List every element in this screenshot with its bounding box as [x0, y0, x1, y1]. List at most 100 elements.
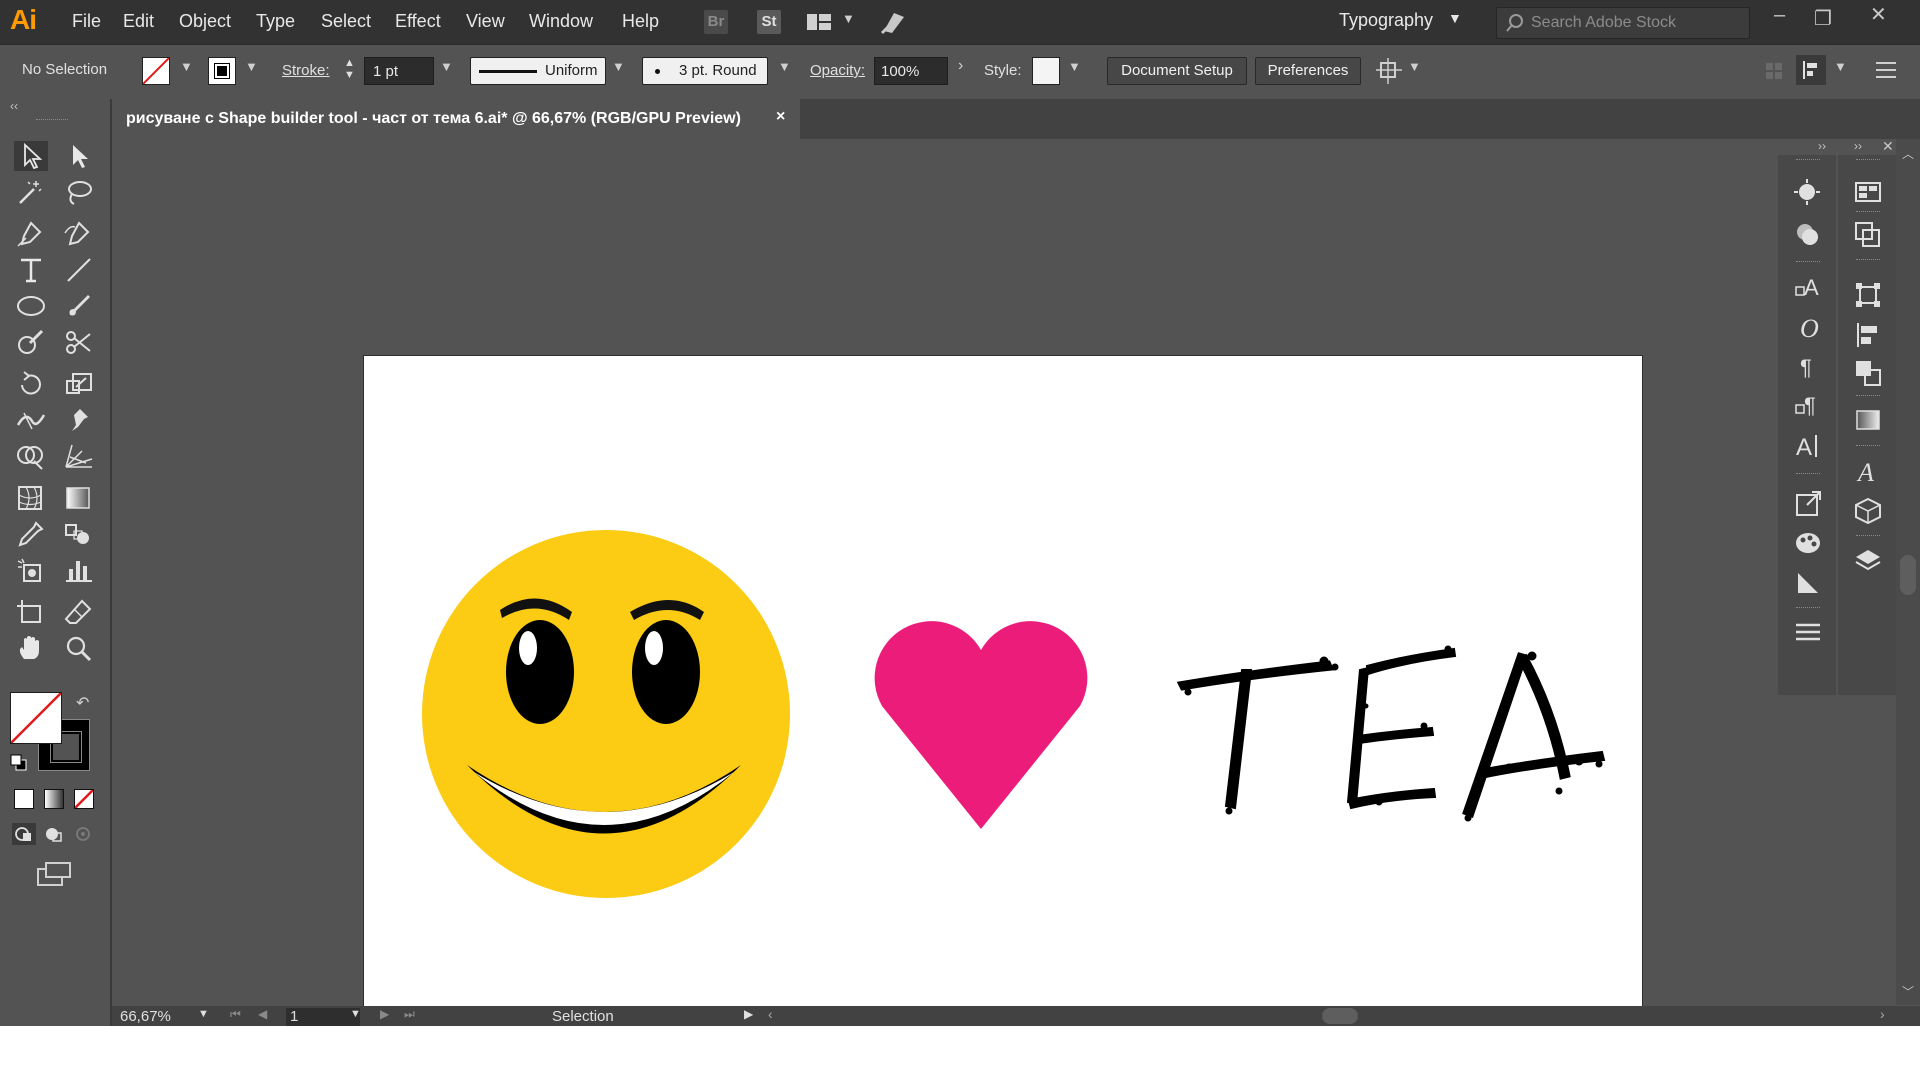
artboard-number-input[interactable]: 1: [286, 1008, 360, 1026]
column-graph-tool-icon[interactable]: [62, 555, 96, 585]
chevron-down-icon[interactable]: ▼: [612, 59, 625, 74]
menu-file[interactable]: File: [72, 11, 101, 32]
expand-panels-icon[interactable]: ››: [1818, 139, 1826, 153]
pen-tool-icon[interactable]: [14, 219, 48, 249]
expand-panels-icon[interactable]: ››: [1854, 139, 1862, 153]
heart-shape[interactable]: [874, 621, 1088, 829]
ellipse-tool-icon[interactable]: [14, 291, 48, 321]
menu-edit[interactable]: Edit: [123, 11, 154, 32]
menu-help[interactable]: Help: [622, 11, 659, 32]
align-panel-icon[interactable]: [1796, 55, 1826, 85]
document-tab[interactable]: рисуване с Shape builder tool - част от …: [112, 99, 800, 139]
scroll-thumb[interactable]: [1900, 555, 1916, 595]
change-screen-mode-icon[interactable]: [36, 861, 72, 892]
stock-search-input[interactable]: Search Adobe Stock: [1496, 7, 1750, 39]
chevron-down-icon[interactable]: ▼: [778, 59, 791, 74]
scroll-down-icon[interactable]: ﹀: [1902, 983, 1914, 1000]
close-panel-icon[interactable]: ✕: [1882, 138, 1894, 155]
selection-tool-icon[interactable]: [14, 141, 48, 171]
export-icon[interactable]: [1794, 489, 1822, 522]
horizontal-scroll-thumb[interactable]: [1322, 1008, 1358, 1024]
stroke-swatch[interactable]: [208, 57, 236, 85]
symbol-sprayer-tool-icon[interactable]: [14, 555, 48, 585]
none-mode-icon[interactable]: [74, 789, 94, 809]
collapse-panel-icon[interactable]: ‹‹: [10, 99, 18, 113]
chevron-down-icon[interactable]: ▼: [350, 1008, 361, 1020]
appearance-panel-icon[interactable]: [1794, 179, 1820, 210]
chevron-down-icon[interactable]: ▼: [1834, 59, 1847, 74]
direct-selection-tool-icon[interactable]: [62, 141, 96, 171]
mesh-tool-icon[interactable]: [14, 483, 48, 513]
scale-tool-icon[interactable]: [62, 369, 96, 399]
opacity-label[interactable]: Opacity:: [810, 62, 865, 79]
stroke-label[interactable]: Stroke:: [282, 62, 330, 79]
character-icon[interactable]: A: [1794, 431, 1822, 464]
scroll-right-icon[interactable]: ›: [1880, 1006, 1885, 1022]
paintbrush-tool-icon[interactable]: [62, 291, 96, 321]
close-button[interactable]: ✕: [1870, 2, 1887, 27]
pathfinder-icon[interactable]: [1854, 221, 1882, 254]
arrange-grid-icon[interactable]: [1766, 63, 1782, 84]
draw-inside-icon[interactable]: [72, 823, 96, 850]
close-tab-icon[interactable]: ×: [776, 108, 785, 126]
fill-swatch-large[interactable]: [10, 692, 62, 744]
minimize-button[interactable]: –: [1774, 4, 1785, 27]
shaper-tool-icon[interactable]: [14, 327, 48, 357]
type-tool-icon[interactable]: [14, 255, 48, 285]
layers-icon[interactable]: [1854, 547, 1882, 580]
line-segment-tool-icon[interactable]: [62, 255, 96, 285]
chevron-right-icon[interactable]: ›: [958, 57, 963, 75]
shape-builder-tool-icon[interactable]: [14, 441, 48, 471]
chevron-down-icon[interactable]: ▼: [842, 11, 855, 26]
bridge-button[interactable]: Br: [704, 10, 728, 34]
eraser-tool-icon[interactable]: [62, 597, 96, 627]
graphic-styles-icon[interactable]: [1794, 221, 1820, 252]
puppet-warp-tool-icon[interactable]: [62, 405, 96, 435]
previous-artboard-icon[interactable]: ◀: [258, 1007, 267, 1021]
draw-behind-icon[interactable]: [42, 823, 66, 850]
stock-button[interactable]: St: [757, 10, 781, 34]
scroll-up-icon[interactable]: ︿: [1902, 145, 1914, 162]
chevron-down-icon[interactable]: ▼: [1068, 59, 1081, 74]
scissors-tool-icon[interactable]: [62, 327, 96, 357]
gradient-tool-icon[interactable]: [62, 483, 96, 513]
isolate-object-icon[interactable]: [1376, 58, 1402, 89]
zoom-level[interactable]: 66,67%: [120, 1008, 171, 1025]
gpu-performance-icon[interactable]: [880, 9, 908, 40]
hand-tool-icon[interactable]: [14, 633, 48, 663]
panel-menu-icon[interactable]: [1876, 61, 1896, 84]
stroke-stepper[interactable]: ▲ ▼: [344, 57, 355, 81]
perspective-grid-tool-icon[interactable]: [62, 441, 96, 471]
zoom-tool-icon[interactable]: [62, 633, 96, 663]
last-artboard-icon[interactable]: ⏭: [404, 1007, 415, 1022]
variable-width-profile[interactable]: Uniform: [470, 57, 606, 85]
transform-icon[interactable]: [1854, 281, 1882, 314]
chevron-down-icon[interactable]: ▼: [180, 59, 193, 74]
magic-wand-tool-icon[interactable]: [14, 177, 48, 207]
opentype-icon[interactable]: O: [1794, 313, 1822, 346]
paragraph-styles-icon[interactable]: ¶: [1794, 391, 1822, 424]
chevron-down-icon[interactable]: ▼: [440, 59, 453, 74]
artboard-tool-icon[interactable]: [14, 597, 48, 627]
document-setup-button[interactable]: Document Setup: [1107, 57, 1247, 85]
next-artboard-icon[interactable]: ▶: [380, 1007, 389, 1021]
chevron-down-icon[interactable]: ▼: [1448, 10, 1462, 26]
smiley-face[interactable]: [422, 530, 790, 898]
brush-definition[interactable]: 3 pt. Round: [642, 57, 768, 85]
chevron-down-icon[interactable]: ▼: [198, 1008, 209, 1020]
workspace-switcher[interactable]: Typography: [1339, 10, 1433, 31]
paragraph-icon[interactable]: ¶: [1794, 353, 1822, 386]
navigator-icon[interactable]: [1794, 569, 1822, 602]
menu-type[interactable]: Type: [256, 11, 295, 32]
preferences-button[interactable]: Preferences: [1255, 57, 1361, 85]
opacity-input[interactable]: 100%: [874, 57, 948, 85]
glyphs-icon[interactable]: A: [1854, 457, 1882, 490]
menu-effect[interactable]: Effect: [395, 11, 441, 32]
default-fill-stroke-icon[interactable]: [10, 754, 28, 777]
fill-swatch[interactable]: [142, 57, 170, 85]
menu-object[interactable]: Object: [179, 11, 231, 32]
swap-fill-stroke-icon[interactable]: ↶: [76, 693, 89, 713]
align-icon[interactable]: [1854, 321, 1882, 354]
gradient-panel-icon[interactable]: [1854, 407, 1882, 438]
stroke-weight-input[interactable]: 1 pt: [364, 57, 434, 85]
